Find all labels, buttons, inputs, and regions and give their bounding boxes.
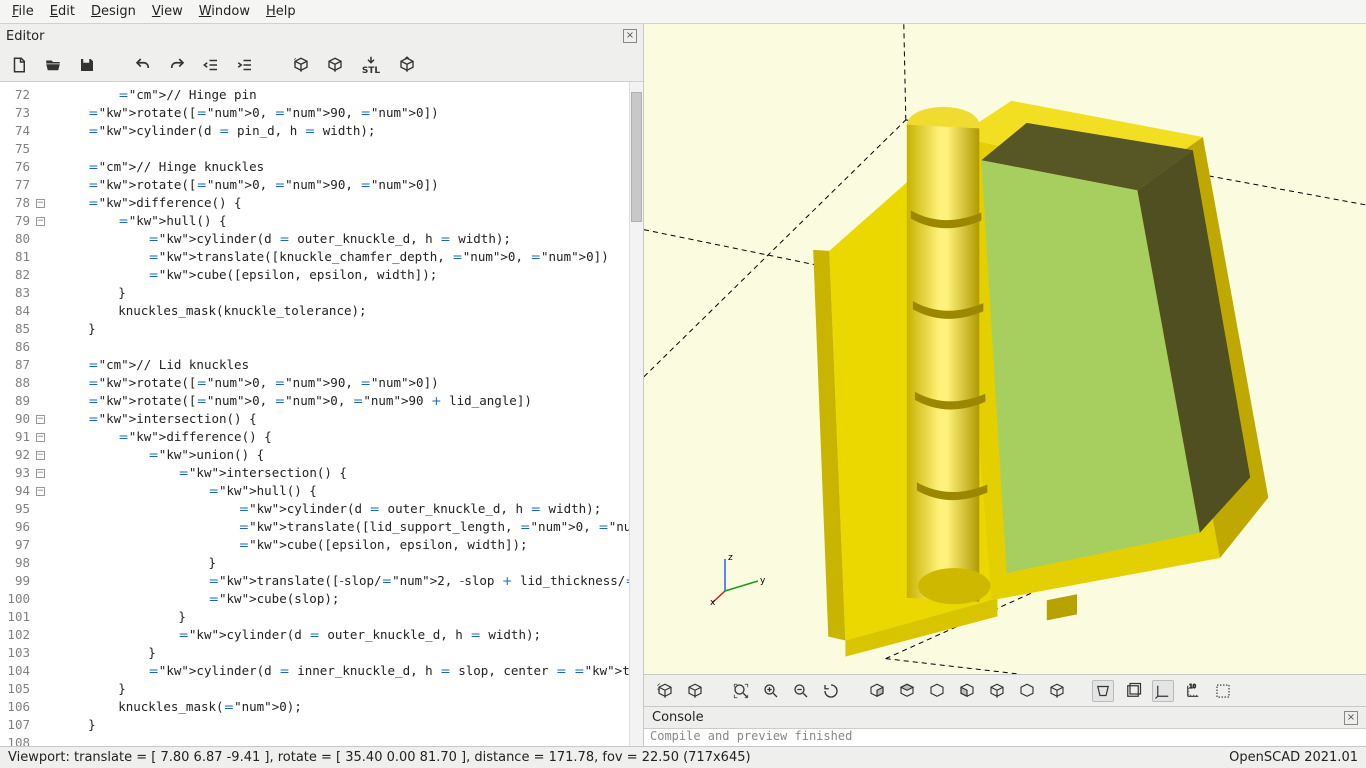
show-scale-icon[interactable]: 10: [1182, 680, 1204, 702]
orthogonal-icon[interactable]: [1122, 680, 1144, 702]
preview-icon[interactable]: [290, 54, 312, 76]
view-right-icon[interactable]: [866, 680, 888, 702]
3d-viewport[interactable]: z y x: [644, 24, 1366, 674]
console-output[interactable]: Compile and preview finished: [644, 728, 1366, 746]
svg-text:10: 10: [1189, 684, 1196, 690]
zoom-out-icon[interactable]: [790, 680, 812, 702]
status-viewport: Viewport: translate = [ 7.80 6.87 -9.41 …: [8, 750, 751, 765]
scrollbar-vertical[interactable]: [629, 82, 643, 746]
menu-help[interactable]: Help: [260, 2, 302, 21]
editor-title: Editor: [6, 29, 44, 44]
undo-icon[interactable]: [132, 54, 154, 76]
redo-icon[interactable]: [166, 54, 188, 76]
preview-icon[interactable]: [654, 680, 676, 702]
line-gutter: 72 73 74 75 76 77 78 79 80 81 82 83 84 8…: [0, 82, 34, 746]
fold-gutter[interactable]: −−−−−−−: [34, 82, 46, 746]
status-bar: Viewport: translate = [ 7.80 6.87 -9.41 …: [0, 746, 1366, 768]
menu-window[interactable]: Window: [193, 2, 256, 21]
editor-panel: Editor × STL 72 73 74 75 76 77 78 79 80 …: [0, 24, 644, 746]
view-top-icon[interactable]: [896, 680, 918, 702]
status-version: OpenSCAD 2021.01: [1229, 750, 1358, 765]
view-front-icon[interactable]: [986, 680, 1008, 702]
svg-text:x: x: [710, 598, 716, 606]
render-icon[interactable]: [324, 54, 346, 76]
new-icon[interactable]: [8, 54, 30, 76]
svg-text:z: z: [728, 553, 733, 563]
close-icon[interactable]: ×: [623, 29, 637, 43]
menu-edit[interactable]: Edit: [44, 2, 81, 21]
view-bottom-icon[interactable]: [926, 680, 948, 702]
show-edges-icon[interactable]: [1212, 680, 1234, 702]
editor-toolbar: STL: [0, 48, 643, 82]
view-diagonal-icon[interactable]: [1046, 680, 1068, 702]
console-title: Console: [652, 710, 704, 725]
svg-text:y: y: [760, 576, 766, 586]
code-editor[interactable]: ="cm">// Hinge pin ="kw">rotate([="num">…: [46, 82, 629, 746]
reset-view-icon[interactable]: [820, 680, 842, 702]
zoom-in-icon[interactable]: [760, 680, 782, 702]
menu-bar: File Edit Design View Window Help: [0, 0, 1366, 24]
close-icon[interactable]: ×: [1344, 711, 1358, 725]
zoom-all-icon[interactable]: [730, 680, 752, 702]
show-axes-icon[interactable]: [1152, 680, 1174, 702]
save-icon[interactable]: [76, 54, 98, 76]
export-stl-icon[interactable]: STL: [358, 54, 384, 76]
open-icon[interactable]: [42, 54, 64, 76]
render-icon[interactable]: [684, 680, 706, 702]
perspective-icon[interactable]: [1092, 680, 1114, 702]
menu-view[interactable]: View: [146, 2, 189, 21]
view-left-icon[interactable]: [956, 680, 978, 702]
menu-file[interactable]: File: [6, 2, 40, 21]
unindent-icon[interactable]: [200, 54, 222, 76]
viewport-toolbar: 10: [644, 674, 1366, 706]
viewport-panel: z y x 10: [644, 24, 1366, 746]
view-back-icon[interactable]: [1016, 680, 1038, 702]
send-to-print-icon[interactable]: [396, 54, 418, 76]
indent-icon[interactable]: [234, 54, 256, 76]
axis-gizmo-icon: z y x: [710, 551, 770, 606]
menu-design[interactable]: Design: [85, 2, 142, 21]
